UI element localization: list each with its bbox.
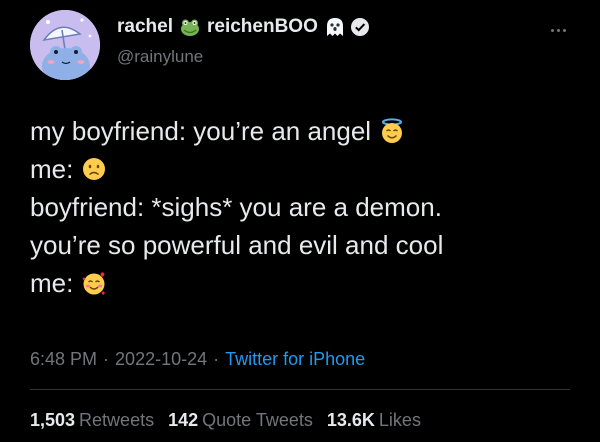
frog-emoji-icon — [179, 16, 201, 38]
ghost-emoji-icon — [324, 16, 346, 38]
smiling-face-with-halo-icon — [379, 118, 405, 144]
avatar-frog-umbrella-icon — [30, 10, 100, 80]
tweet-time[interactable]: 6:48 PM — [30, 349, 97, 370]
meta-separator: · — [103, 349, 110, 369]
retweets-label: Retweets — [79, 410, 155, 430]
smiling-face-with-hearts-icon — [81, 270, 107, 296]
tweet-line: you’re so powerful and evil and cool — [30, 226, 570, 264]
more-options-icon[interactable] — [540, 20, 576, 40]
tweet-line: my boyfriend: you’re an angel — [30, 112, 570, 150]
tweet-line-text: my boyfriend: you’re an angel — [30, 116, 372, 146]
quote-tweets-stat[interactable]: 142 Quote Tweets — [168, 410, 313, 431]
tweet-line-text: boyfriend: *sighs* you are a demon. — [30, 192, 442, 222]
verified-badge-icon — [350, 17, 370, 37]
tweet-date[interactable]: 2022-10-24 — [115, 349, 207, 370]
likes-label: Likes — [378, 410, 421, 430]
avatar[interactable] — [30, 10, 100, 80]
tweet-line-text: you’re so powerful and evil and cool — [30, 230, 444, 260]
tweet-line: boyfriend: *sighs* you are a demon. — [30, 188, 570, 226]
quote-tweets-count: 142 — [168, 410, 199, 430]
likes-stat[interactable]: 13.6K Likes — [327, 410, 421, 431]
tweet-line-text: me: — [30, 154, 74, 184]
tweet-meta: 6:48 PM · 2022-10-24 · Twitter for iPhon… — [30, 349, 365, 370]
retweets-stat[interactable]: 1,503 Retweets — [30, 410, 154, 431]
likes-count: 13.6K — [326, 410, 375, 430]
frowning-face-icon — [81, 156, 107, 182]
tweet-text: my boyfriend: you’re an angel me: boyfri… — [30, 112, 570, 302]
tweet-line: me: — [30, 264, 570, 302]
tweet-card: rachel reichenBOO @rainylune my boyfrien… — [0, 0, 600, 442]
retweets-count: 1,503 — [30, 410, 76, 430]
quote-tweets-label: Quote Tweets — [202, 410, 313, 430]
meta-separator: · — [213, 349, 220, 369]
engagement-stats: 1,503 Retweets 142 Quote Tweets 13.6K Likes — [30, 410, 435, 431]
divider — [30, 389, 570, 390]
user-handle[interactable]: @rainylune — [117, 47, 203, 67]
display-name-first: rachel — [117, 16, 173, 37]
display-name-second: reichenBOO — [206, 16, 318, 37]
tweet-source-link[interactable]: Twitter for iPhone — [225, 349, 365, 370]
display-name[interactable]: rachel reichenBOO — [117, 16, 370, 38]
tweet-line: me: — [30, 150, 570, 188]
tweet-line-text: me: — [30, 268, 74, 298]
